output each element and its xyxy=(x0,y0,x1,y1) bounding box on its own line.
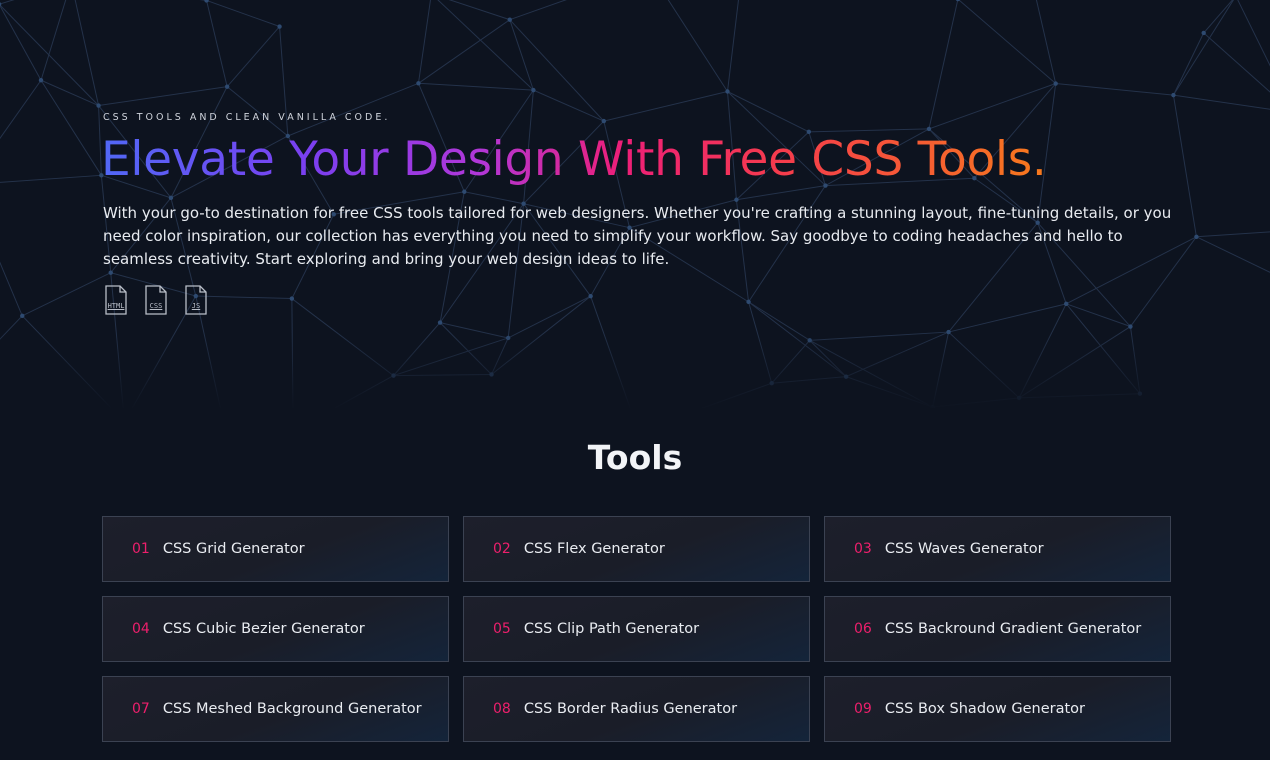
tool-label: CSS Flex Generator xyxy=(523,541,665,557)
css-file-icon: CSS xyxy=(143,285,169,315)
tools-grid: 01 CSS Grid Generator 02 CSS Flex Genera… xyxy=(102,516,1171,742)
tool-number: 03 xyxy=(854,541,872,557)
tool-number: 09 xyxy=(854,701,872,717)
hero-eyebrow: CSS TOOLS AND CLEAN VANILLA CODE. xyxy=(103,112,391,123)
tool-label: CSS Clip Path Generator xyxy=(523,621,700,637)
tool-label: CSS Grid Generator xyxy=(162,541,305,557)
html-file-icon: HTML xyxy=(103,285,129,315)
tool-number: 07 xyxy=(132,701,150,717)
tool-card-css-meshed-background-generator[interactable]: 07 CSS Meshed Background Generator xyxy=(102,676,449,742)
tool-number: 04 xyxy=(132,621,150,637)
tool-number: 02 xyxy=(493,541,511,557)
js-file-icon: JS xyxy=(183,285,209,315)
css-badge-label: CSS xyxy=(149,302,163,310)
tool-number: 08 xyxy=(493,701,511,717)
tool-number: 06 xyxy=(854,621,872,637)
js-badge-label: JS xyxy=(191,302,201,310)
tech-badges: HTML CSS JS xyxy=(103,285,209,315)
tool-number: 01 xyxy=(132,541,150,557)
tool-label: CSS Waves Generator xyxy=(884,541,1044,557)
tool-card-css-box-shadow-generator[interactable]: 09 CSS Box Shadow Generator xyxy=(824,676,1171,742)
hero-fade xyxy=(0,330,1270,408)
tool-card-css-flex-generator[interactable]: 02 CSS Flex Generator xyxy=(463,516,810,582)
tool-card-css-border-radius-generator[interactable]: 08 CSS Border Radius Generator xyxy=(463,676,810,742)
hero-section: CSS TOOLS AND CLEAN VANILLA CODE. Elevat… xyxy=(0,0,1270,408)
hero-intro: With your go-to destination for free CSS… xyxy=(103,204,1172,268)
tool-label: CSS Meshed Background Generator xyxy=(162,701,422,717)
tool-card-css-background-gradient-generator[interactable]: 06 CSS Backround Gradient Generator xyxy=(824,596,1171,662)
tool-label: CSS Border Radius Generator xyxy=(523,701,738,717)
tool-label: CSS Backround Gradient Generator xyxy=(884,621,1142,637)
hero-headline: Elevate Your Design With Free CSS Tools. xyxy=(101,132,1047,187)
tool-card-css-waves-generator[interactable]: 03 CSS Waves Generator xyxy=(824,516,1171,582)
tool-label: CSS Cubic Bezier Generator xyxy=(162,621,365,637)
tool-label: CSS Box Shadow Generator xyxy=(884,701,1085,717)
tools-heading: Tools xyxy=(587,438,683,477)
html-badge-label: HTML xyxy=(107,302,125,310)
page: CSS TOOLS AND CLEAN VANILLA CODE. Elevat… xyxy=(0,0,1270,760)
tool-card-css-clip-path-generator[interactable]: 05 CSS Clip Path Generator xyxy=(463,596,810,662)
tool-number: 05 xyxy=(493,621,511,637)
tool-card-css-cubic-bezier-generator[interactable]: 04 CSS Cubic Bezier Generator xyxy=(102,596,449,662)
tool-card-css-grid-generator[interactable]: 01 CSS Grid Generator xyxy=(102,516,449,582)
